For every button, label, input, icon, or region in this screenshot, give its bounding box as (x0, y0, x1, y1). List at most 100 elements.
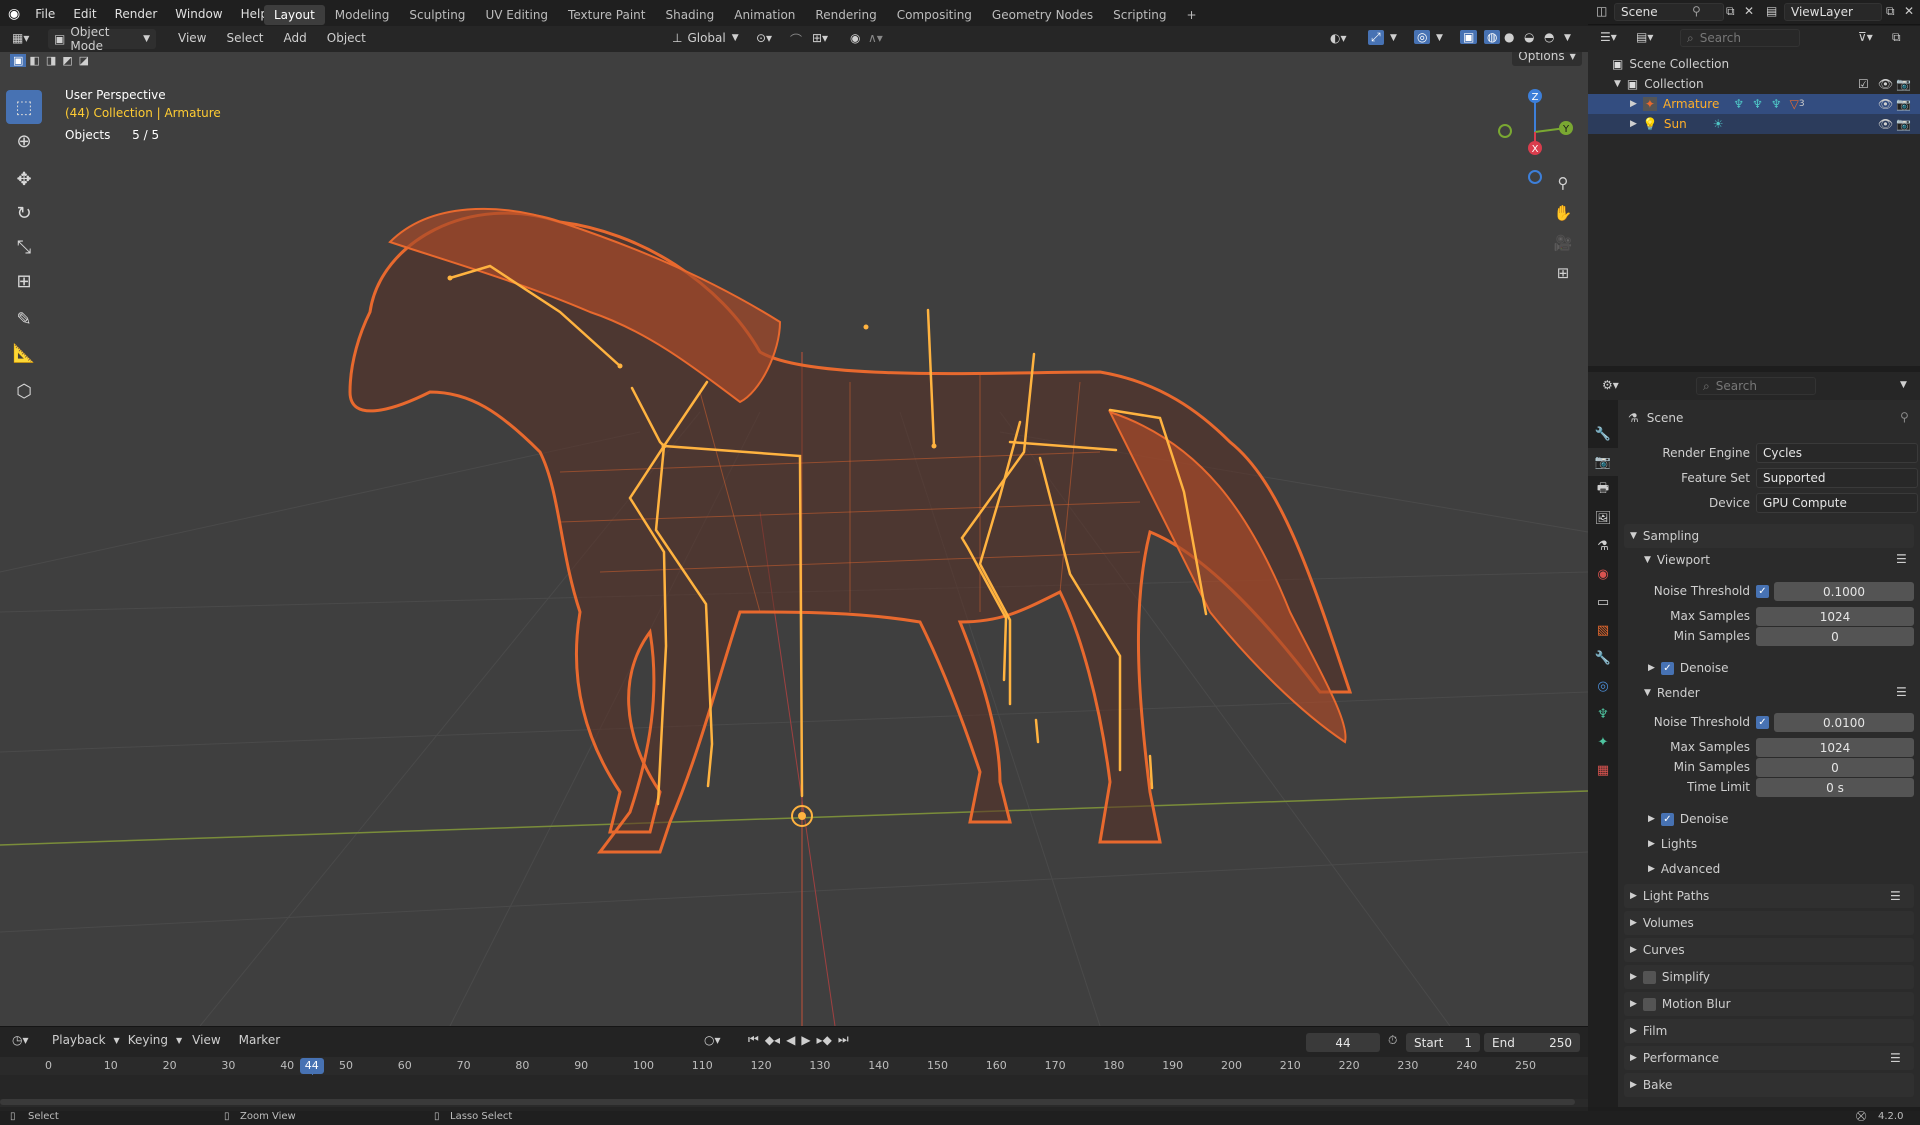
outliner-type-icon[interactable]: ☰▾ (1600, 30, 1617, 44)
menu-view[interactable]: View (168, 31, 216, 45)
select-invert-icon[interactable]: ◩ (59, 54, 75, 67)
timeline-track-area[interactable]: 0 10 20 30 40 50 60 70 80 90 100 110 120 130 140 150 160… (0, 1057, 1588, 1107)
tab-compositing[interactable]: Compositing (887, 5, 982, 25)
output-tab-icon[interactable]: 🖶 (1588, 476, 1618, 504)
viewlayer-icon[interactable]: ▤ (1766, 4, 1777, 18)
device-dropdown[interactable]: GPU Compute (1756, 493, 1918, 513)
scene-tab-icon[interactable]: ⚗ (1588, 532, 1618, 560)
scene-icon[interactable]: ◫ (1596, 4, 1607, 18)
collection-tab-icon[interactable]: ▭ (1588, 588, 1618, 616)
pin-icon[interactable]: ⚲ (1900, 410, 1909, 424)
lights-subpanel[interactable]: ▶ Lights (1648, 833, 1697, 855)
render-engine-dropdown[interactable]: Cycles (1756, 443, 1918, 463)
tab-sculpting[interactable]: Sculpting (399, 5, 475, 25)
eye-icon[interactable]: 👁 (1878, 77, 1893, 91)
outliner-row-collection[interactable]: ▼ ▣ Collection ☑ 👁 📷 (1588, 74, 1920, 94)
checkbox-icon[interactable]: ☑ (1858, 77, 1869, 91)
outliner-row-armature[interactable]: ▶ ✦ Armature ♆ ♆ ♆ ▽ 3 👁 📷 (1588, 94, 1920, 114)
vp-min-samples-field[interactable]: 0 (1756, 627, 1914, 646)
simplify-checkbox[interactable] (1642, 970, 1656, 984)
menu-render[interactable]: Render (106, 7, 167, 21)
snap-icon[interactable]: ⌒ (790, 31, 802, 48)
next-keyframe-icon[interactable]: ▸◆ (817, 1033, 832, 1047)
menu-file[interactable]: File (26, 7, 64, 21)
editor-type-icon[interactable]: ▦▾ (12, 31, 29, 45)
select-subtract-icon[interactable]: ◨ (43, 54, 59, 67)
xray-icon[interactable]: ▣ (1460, 30, 1478, 44)
vp-max-samples-field[interactable]: 1024 (1756, 607, 1914, 626)
rendered-shading-icon[interactable]: ◓ (1544, 30, 1554, 44)
chevron-down-icon[interactable]: ▼ (1564, 33, 1571, 43)
transform-tool-icon[interactable]: ⊞ (6, 264, 42, 298)
menu-edit[interactable]: Edit (64, 7, 105, 21)
options-button[interactable]: Options ▼ (1512, 52, 1582, 66)
eye-icon[interactable]: 👁 (1878, 97, 1893, 111)
light-paths-panel[interactable]: ▶ Light Paths ☰ (1624, 884, 1914, 908)
proportional-edit-icon[interactable]: ◉ (850, 31, 860, 45)
world-tab-icon[interactable]: ◉ (1588, 560, 1618, 588)
presets-list-icon[interactable]: ☰ (1896, 552, 1907, 566)
menu-add[interactable]: Add (274, 31, 317, 45)
tool-tab-icon[interactable]: 🔧 (1588, 420, 1618, 448)
3d-viewport[interactable]: ▣ ◧ ◨ ◩ ◪ ⬚ ⊕ ✥ ↻ ⤡ ⊞ ✎ 📐 ⬡ User Perspec… (0, 52, 1588, 1026)
display-mode-icon[interactable]: ▤▾ (1636, 30, 1653, 44)
r-denoise-subpanel[interactable]: ▶ ✓ Denoise (1648, 808, 1728, 830)
chevron-down-icon[interactable]: ▼ (1900, 380, 1907, 390)
vp-noise-threshold-checkbox[interactable]: ✓ (1756, 585, 1769, 598)
eye-icon[interactable]: 👁 (1878, 117, 1893, 131)
tab-texture-paint[interactable]: Texture Paint (558, 5, 655, 25)
jump-end-icon[interactable]: ⏭ (838, 1032, 849, 1047)
new-collection-icon[interactable]: ⧉ (1892, 30, 1901, 45)
tab-shading[interactable]: Shading (655, 5, 724, 25)
select-new-icon[interactable]: ▣ (10, 54, 27, 67)
outliner-row-scene-collection[interactable]: ▣ Scene Collection (1588, 54, 1920, 74)
simplify-panel[interactable]: ▶ Simplify (1624, 965, 1914, 989)
chevron-down-icon[interactable]: ▼ (1614, 79, 1621, 89)
texture-tab-icon[interactable]: ▦ (1588, 756, 1618, 784)
motion-blur-checkbox[interactable] (1642, 997, 1656, 1011)
solid-shading-icon[interactable]: ● (1504, 30, 1514, 44)
camera-icon[interactable]: 📷 (1896, 77, 1911, 91)
preview-range-icon[interactable]: ⏱ (1388, 1033, 1397, 1048)
chevron-down-icon[interactable]: ▼ (1436, 33, 1443, 43)
performance-panel[interactable]: ▶ Performance ☰ (1624, 1046, 1914, 1070)
object-tab-icon[interactable]: ▧ (1588, 616, 1618, 644)
timeline-scrollbar[interactable] (0, 1099, 1575, 1105)
menu-marker[interactable]: Marker (231, 1033, 288, 1047)
advanced-subpanel[interactable]: ▶ Advanced (1648, 858, 1720, 880)
outliner-search[interactable]: ⌕ Search (1680, 29, 1800, 47)
delete-viewlayer-icon[interactable]: ✕ (1904, 4, 1914, 18)
viewport-subpanel-header[interactable]: ▼ Viewport (1644, 549, 1710, 571)
new-viewlayer-icon[interactable]: ⧉ (1886, 4, 1895, 19)
timeline-editor-icon[interactable]: ◷▾ (12, 1033, 29, 1047)
volumes-panel[interactable]: ▶ Volumes (1624, 911, 1914, 935)
menu-select[interactable]: Select (216, 31, 273, 45)
scene-selector[interactable]: Scene (1614, 3, 1724, 21)
tab-modeling[interactable]: Modeling (325, 5, 400, 25)
select-extend-icon[interactable]: ◧ (26, 54, 42, 67)
vp-denoise-subpanel[interactable]: ▶ ✓ Denoise (1648, 657, 1728, 679)
select-box-tool-icon[interactable]: ⬚ (6, 90, 42, 124)
mode-selector[interactable]: ▣ Object Mode ▼ (48, 25, 156, 53)
camera-icon[interactable]: 📷 (1896, 117, 1911, 131)
playhead[interactable]: 44 (299, 1058, 324, 1074)
current-frame-field[interactable]: 44 (1306, 1033, 1380, 1052)
vp-noise-threshold-field[interactable]: 0.1000 (1774, 582, 1914, 601)
film-panel[interactable]: ▶ Film (1624, 1019, 1914, 1043)
overlays-icon[interactable]: ◎ (1414, 30, 1431, 44)
add-workspace-button[interactable]: + (1177, 5, 1207, 25)
play-reverse-icon[interactable]: ◀ (786, 1033, 795, 1047)
physics-tab-icon[interactable]: ◎ (1588, 672, 1618, 700)
tab-rendering[interactable]: Rendering (805, 5, 886, 25)
modifier-tab-icon[interactable]: 🔧 (1588, 644, 1618, 672)
properties-type-icon[interactable]: ⚙▾ (1602, 378, 1619, 392)
bake-panel[interactable]: ▶ Bake (1624, 1073, 1914, 1097)
presets-list-icon[interactable]: ☰ (1890, 1051, 1901, 1065)
pin-icon[interactable]: ⚲ (1692, 4, 1701, 18)
render-subpanel-header[interactable]: ▼ Render (1644, 682, 1700, 704)
transform-orientation[interactable]: ⊥ Global ▼ (672, 31, 739, 45)
gizmo-toggle-icon[interactable]: ⤢ (1368, 30, 1384, 45)
motion-blur-panel[interactable]: ▶ Motion Blur (1624, 992, 1914, 1016)
presets-list-icon[interactable]: ☰ (1896, 685, 1907, 699)
visibility-icon[interactable]: ◐▾ (1330, 31, 1347, 45)
